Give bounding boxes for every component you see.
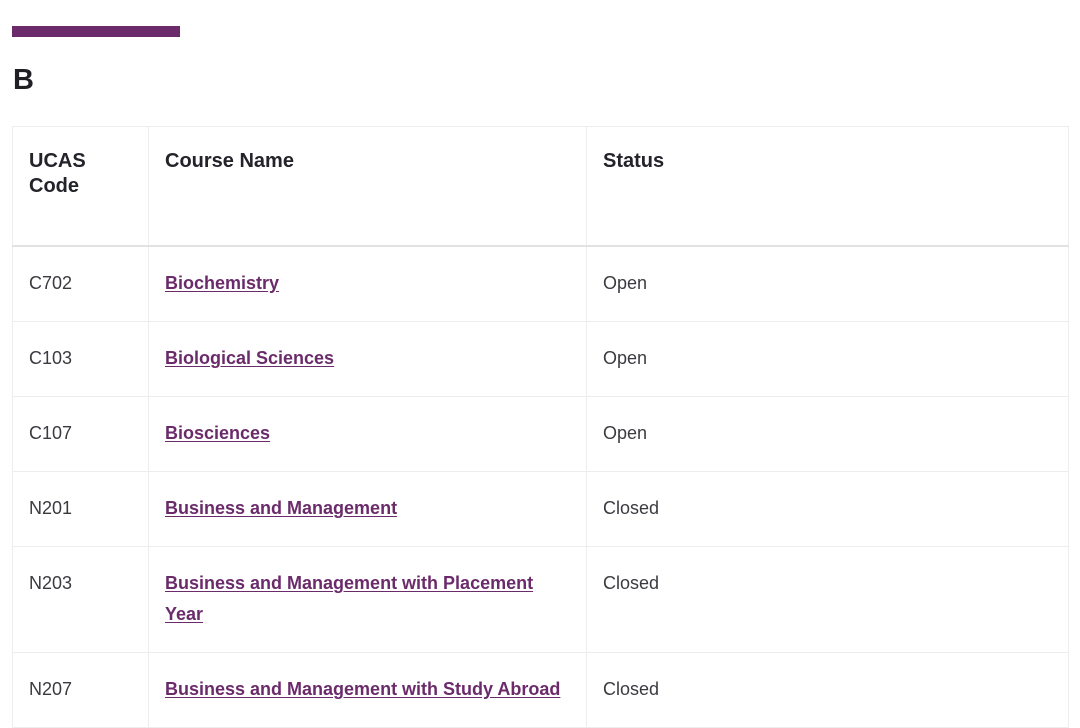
cell-status: Closed [586, 471, 1069, 547]
cell-course-name: Business and Management [148, 471, 587, 547]
cell-status: Closed [586, 652, 1069, 728]
cell-ucas-code: C103 [12, 321, 149, 397]
table-row: C107 Biosciences Open [12, 396, 1069, 472]
table-body: C702 Biochemistry Open C103 Biological S… [12, 246, 1069, 728]
cell-ucas-code: C107 [12, 396, 149, 472]
table-row: N207 Business and Management with Study … [12, 652, 1069, 728]
course-link[interactable]: Biosciences [165, 423, 270, 443]
column-header-course-name: Course Name [148, 126, 587, 247]
page-title: B [13, 64, 35, 96]
cell-ucas-code: N203 [12, 546, 149, 653]
course-link[interactable]: Business and Management [165, 498, 397, 518]
course-link[interactable]: Business and Management with Study Abroa… [165, 679, 560, 699]
course-link[interactable]: Business and Management with Placement Y… [165, 573, 533, 624]
column-header-ucas-code: UCAS Code [12, 126, 149, 247]
cell-course-name: Biochemistry [148, 246, 587, 322]
accent-rule [12, 26, 180, 37]
cell-course-name: Biosciences [148, 396, 587, 472]
course-listing-page: B UCAS Code Course Name Status C702 Bioc… [0, 0, 1080, 728]
cell-status: Open [586, 246, 1069, 322]
table-row: N201 Business and Management Closed [12, 471, 1069, 547]
cell-ucas-code: N207 [12, 652, 149, 728]
cell-status: Open [586, 396, 1069, 472]
cell-course-name: Business and Management with Placement Y… [148, 546, 587, 653]
column-header-ucas-code-label: UCAS Code [29, 150, 86, 197]
cell-course-name: Biological Sciences [148, 321, 587, 397]
cell-status: Closed [586, 546, 1069, 653]
table-header-row: UCAS Code Course Name Status [12, 126, 1069, 247]
course-table: UCAS Code Course Name Status C702 Bioche… [12, 126, 1069, 728]
table-row: C103 Biological Sciences Open [12, 321, 1069, 397]
column-header-course-name-label: Course Name [165, 150, 294, 172]
column-header-status: Status [586, 126, 1069, 247]
cell-course-name: Business and Management with Study Abroa… [148, 652, 587, 728]
cell-ucas-code: N201 [12, 471, 149, 547]
table-row: C702 Biochemistry Open [12, 246, 1069, 322]
course-link[interactable]: Biological Sciences [165, 348, 334, 368]
table-row: N203 Business and Management with Placem… [12, 546, 1069, 653]
course-link[interactable]: Biochemistry [165, 273, 279, 293]
table-header: UCAS Code Course Name Status [12, 126, 1069, 247]
cell-ucas-code: C702 [12, 246, 149, 322]
cell-status: Open [586, 321, 1069, 397]
course-table-container: UCAS Code Course Name Status C702 Bioche… [12, 126, 1069, 728]
column-header-status-label: Status [603, 150, 665, 172]
